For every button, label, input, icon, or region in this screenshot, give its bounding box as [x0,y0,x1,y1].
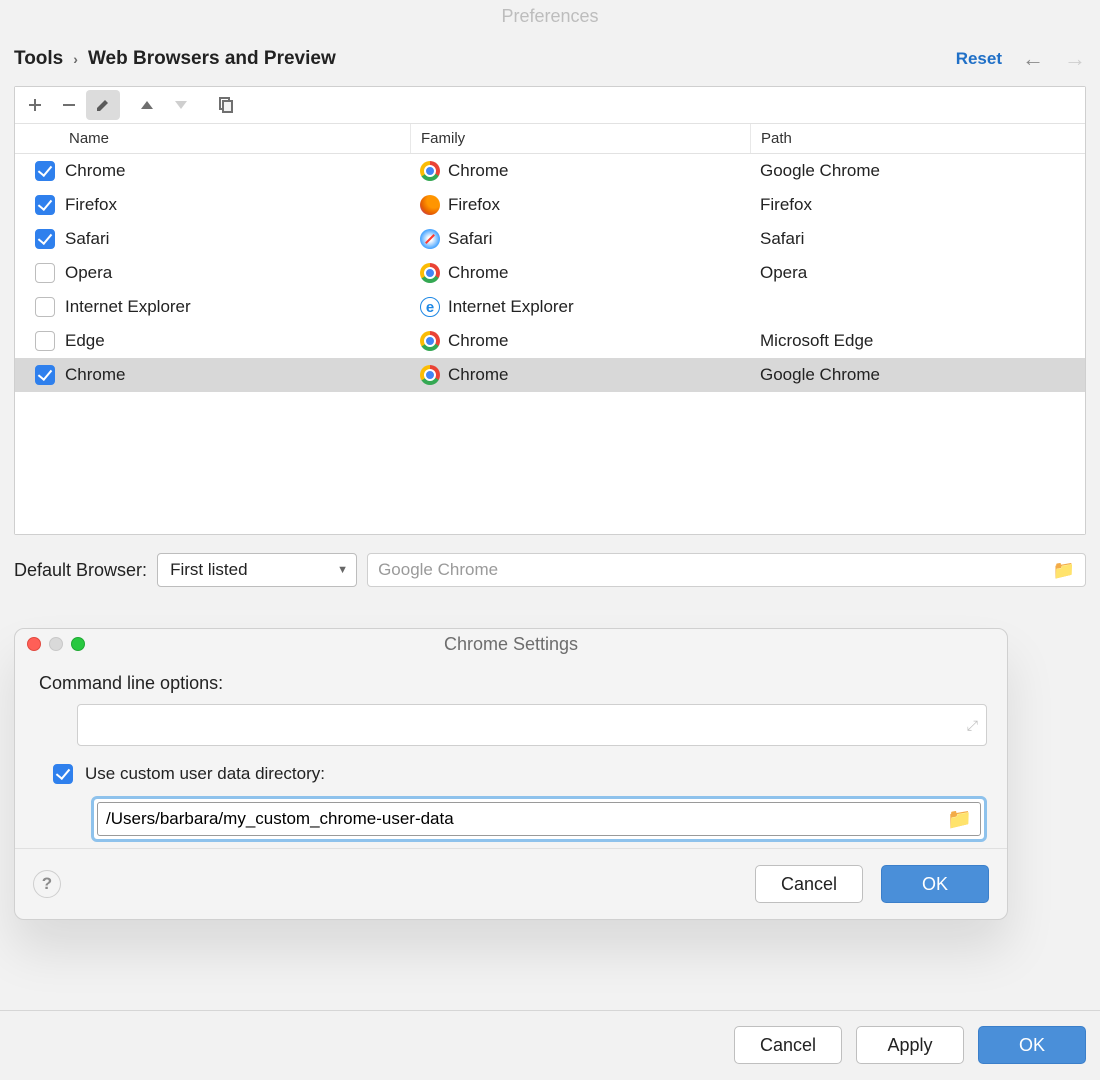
dialog-ok-button[interactable]: OK [881,865,989,903]
table-body[interactable]: ChromeChromeGoogle ChromeFirefoxFirefoxF… [15,154,1085,534]
default-browser-label: Default Browser: [14,560,147,581]
browser-name: Edge [65,331,105,351]
dialog-titlebar[interactable]: Chrome Settings [15,629,1007,659]
cmd-options-input[interactable]: ⤢ [77,704,987,746]
browser-enabled-checkbox[interactable] [35,297,55,317]
dialog-title: Chrome Settings [15,634,1007,655]
table-row[interactable]: Edge Chrome Microsoft Edge [15,324,1085,358]
custom-dir-label: Use custom user data directory: [85,764,325,784]
breadcrumb: Tools › Web Browsers and Preview [14,48,336,70]
browser-name: Chrome [65,161,125,181]
dialog-cancel-button[interactable]: Cancel [755,865,863,903]
reset-link[interactable]: Reset [956,49,1002,69]
copy-icon [217,97,233,113]
browser-path: Firefox [760,195,812,215]
move-up-button[interactable] [130,90,164,120]
table-row[interactable]: Chrome Chrome Google Chrome [15,358,1085,392]
pencil-icon [95,97,111,113]
minus-icon [61,97,77,113]
ie-icon [420,297,440,317]
triangle-down-icon [174,98,188,112]
ok-button[interactable]: OK [978,1026,1086,1064]
chrome-icon [420,365,440,385]
column-path[interactable]: Path [750,124,1085,153]
table-toolbar [15,87,1085,124]
table-row[interactable]: Internet Explorer Internet Explorer [15,290,1085,324]
default-browser-value: First listed [170,560,247,580]
table-row[interactable]: Opera Chrome Opera [15,256,1085,290]
browser-family: Firefox [448,195,500,215]
custom-dir-checkbox[interactable] [53,764,73,784]
help-button[interactable]: ? [33,870,61,898]
default-browser-resolved[interactable]: Google Chrome 📁 [367,553,1086,587]
column-family[interactable]: Family [410,124,750,153]
browser-enabled-checkbox[interactable] [35,195,55,215]
breadcrumb-parent[interactable]: Tools [14,48,63,70]
browser-path: Google Chrome [760,365,880,385]
chrome-icon [420,161,440,181]
triangle-up-icon [140,98,154,112]
custom-dir-input-wrap: 📁 [91,796,987,842]
default-browser-select[interactable]: First listed ▼ [157,553,357,587]
add-button[interactable] [18,90,52,120]
nav-forward-icon: → [1064,46,1086,72]
chevron-down-icon: ▼ [337,564,348,576]
expand-icon[interactable]: ⤢ [967,717,976,734]
browser-name: Chrome [65,365,125,385]
cmd-options-label: Command line options: [39,673,983,694]
copy-button[interactable] [208,90,242,120]
cancel-button[interactable]: Cancel [734,1026,842,1064]
nav-back-icon[interactable]: ← [1022,46,1044,72]
safari-icon [420,229,440,249]
footer-buttons: Cancel Apply OK [734,1026,1086,1064]
browser-family: Chrome [448,331,508,351]
browser-family: Safari [448,229,492,249]
browser-family: Chrome [448,263,508,283]
browser-enabled-checkbox[interactable] [35,263,55,283]
table-header: Name Family Path [15,124,1085,154]
apply-button[interactable]: Apply [856,1026,964,1064]
footer-divider [0,1010,1100,1011]
custom-dir-input[interactable] [97,802,981,836]
table-row[interactable]: Chrome Chrome Google Chrome [15,154,1085,188]
folder-icon[interactable]: 📁 [947,807,972,832]
firefox-icon [420,195,440,215]
browser-enabled-checkbox[interactable] [35,331,55,351]
move-down-button[interactable] [164,90,198,120]
browser-name: Firefox [65,195,117,215]
browser-path: Safari [760,229,804,249]
browser-family: Chrome [448,365,508,385]
breadcrumb-row: Tools › Web Browsers and Preview Reset ←… [0,40,1100,86]
browser-family: Internet Explorer [448,297,574,317]
plus-icon [27,97,43,113]
browser-enabled-checkbox[interactable] [35,229,55,249]
browser-enabled-checkbox[interactable] [35,365,55,385]
browser-path: Google Chrome [760,161,880,181]
browser-table-panel: Name Family Path Chrome Chrome Google Chro… [14,86,1086,535]
folder-icon[interactable]: 📁 [1053,560,1075,581]
chevron-right-icon: › [73,51,78,67]
chrome-icon [420,331,440,351]
browser-family: Chrome [448,161,508,181]
edit-button[interactable] [86,90,120,120]
breadcrumb-current: Web Browsers and Preview [88,48,336,70]
table-row[interactable]: Firefox Firefox Firefox [15,188,1085,222]
browser-name: Safari [65,229,109,249]
chrome-icon [420,263,440,283]
default-browser-row: Default Browser: First listed ▼ Google C… [0,535,1100,587]
chrome-settings-dialog: Chrome Settings Command line options: ⤢ … [14,628,1008,920]
window-title: Preferences [0,0,1100,40]
browser-path: Opera [760,263,807,283]
remove-button[interactable] [52,90,86,120]
default-browser-resolved-text: Google Chrome [378,560,498,580]
browser-name: Internet Explorer [65,297,191,317]
column-name[interactable]: Name [15,124,410,153]
browser-path: Microsoft Edge [760,331,873,351]
browser-name: Opera [65,263,112,283]
table-row[interactable]: Safari Safari Safari [15,222,1085,256]
browser-enabled-checkbox[interactable] [35,161,55,181]
